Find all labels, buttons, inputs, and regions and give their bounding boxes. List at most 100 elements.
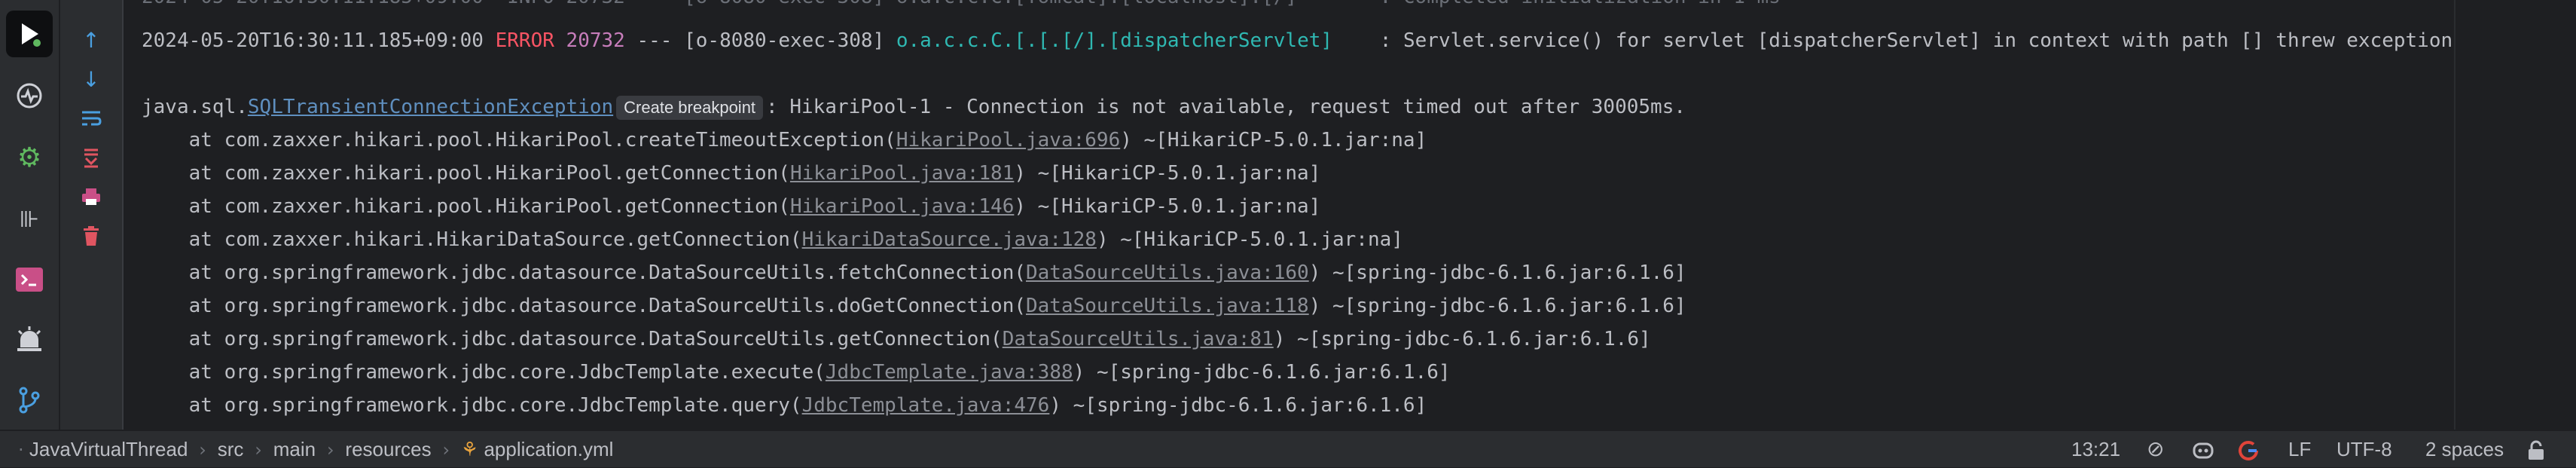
stack-frame: at com.zaxxer.hikari.HikariDataSource.ge… <box>142 223 1403 256</box>
indent-setting[interactable]: 2 spaces <box>2425 431 2504 467</box>
stack-frame: at org.springframework.jdbc.datasource.D… <box>142 256 1686 289</box>
log-thread: [o-8080-exec-308] <box>684 29 885 52</box>
soft-wrap-icon[interactable] <box>75 102 107 134</box>
terminal-icon-glyph <box>16 268 43 292</box>
lock-icon-glyph <box>2529 440 2544 460</box>
log-pid: 20732 <box>566 29 625 52</box>
breadcrumb-item-file[interactable]: application.yml <box>484 438 613 460</box>
stack-frame-jar: ) ~[spring-jdbc-6.1.6.jar:6.1.6] <box>1308 295 1686 317</box>
lock-icon[interactable] <box>2526 431 2546 467</box>
caret-position[interactable]: 13:21 <box>2071 431 2120 467</box>
stack-frame-source-link[interactable]: HikariDataSource.java:128 <box>802 228 1097 251</box>
breadcrumb: · JavaVirtualThread › src › main › resou… <box>18 431 613 467</box>
stack-frame: at com.zaxxer.hikari.pool.HikariPool.cre… <box>142 124 1427 157</box>
exception-message: : HikariPool-1 - Connection is not avail… <box>766 96 1686 118</box>
stack-frame-jar: ) ~[HikariCP-5.0.1.jar:na] <box>1120 129 1427 151</box>
left-tool-strip: ⚙ ⊪ <box>0 0 60 430</box>
console-line-partial: 2024-05-20T16:30:11.185+09:00 INFO 20732… <box>142 0 1781 14</box>
stack-frame-method: at com.zaxxer.hikari.pool.HikariPool.get… <box>142 162 790 185</box>
stack-frame-source-link[interactable]: JdbcTemplate.java:476 <box>802 394 1050 417</box>
stack-frame-jar: ) ~[spring-jdbc-6.1.6.jar:6.1.6] <box>1073 361 1451 384</box>
print-icon-glyph <box>82 188 100 205</box>
stack-frame-source-link[interactable]: JdbcTemplate.java:388 <box>826 361 1073 384</box>
stack-frame-jar: ) ~[HikariCP-5.0.1.jar:na] <box>1096 228 1403 251</box>
google-icon-glyph <box>2239 441 2258 461</box>
services-icon[interactable]: ⊪ <box>6 196 53 243</box>
stack-frame-source-link[interactable]: DataSourceUtils.java:81 <box>1003 328 1274 350</box>
trash-icon-glyph <box>84 226 99 246</box>
stack-frame-source-link[interactable]: DataSourceUtils.java:118 <box>1026 295 1309 317</box>
copilot-icon[interactable] <box>2192 431 2214 467</box>
problems-icon[interactable] <box>6 317 53 363</box>
stack-frame-source-link[interactable]: DataSourceUtils.java:160 <box>1026 262 1309 284</box>
log-logger: o.a.c.c.C.[.[.[/].[dispatcherServlet] <box>896 29 1333 52</box>
create-breakpoint-button[interactable]: Create breakpoint <box>616 96 764 120</box>
log-level: ERROR <box>495 29 554 52</box>
scroll-to-end-icon-glyph <box>84 148 98 168</box>
pulse-icon[interactable] <box>6 72 53 119</box>
run-icon[interactable] <box>6 11 53 57</box>
exception-prefix: java.sql. <box>142 96 248 118</box>
trash-icon[interactable] <box>75 220 107 252</box>
stack-frame-method: at org.springframework.jdbc.datasource.D… <box>142 262 1026 284</box>
git-icon-glyph <box>19 387 40 414</box>
console-line-error: 2024-05-20T16:30:11.185+09:00 ERROR 2073… <box>142 24 2516 57</box>
gear-icon[interactable]: ⚙ <box>6 134 53 181</box>
breadcrumb-item-resources[interactable]: resources <box>345 438 431 460</box>
stack-frame: at org.springframework.jdbc.datasource.D… <box>142 289 1686 323</box>
soft-wrap-icon-glyph <box>82 111 102 126</box>
problems-icon-glyph <box>17 326 41 351</box>
breadcrumb-item-src[interactable]: src <box>218 438 244 460</box>
stack-frame: at com.zaxxer.hikari.pool.HikariPool.get… <box>142 157 1321 190</box>
chevron-right-icon: › <box>249 439 268 460</box>
print-icon[interactable] <box>75 181 107 213</box>
stack-frame-source-link[interactable]: HikariPool.java:696 <box>896 129 1120 151</box>
stack-frame-method: at org.springframework.jdbc.core.JdbcTem… <box>142 394 802 417</box>
copilot-icon-glyph <box>2193 442 2214 459</box>
console-toolbar: ↑ ↓ <box>60 0 124 430</box>
log-message: : Servlet.service() for servlet [dispatc… <box>1379 29 2516 52</box>
breadcrumb-item-main[interactable]: main <box>273 438 316 460</box>
console-scrollbar[interactable] <box>2454 0 2516 430</box>
exception-class-link[interactable]: SQLTransientConnectionException <box>248 96 613 118</box>
stack-frame: at org.springframework.jdbc.datasource.D… <box>142 323 1651 356</box>
stack-frame-jar: ) ~[spring-jdbc-6.1.6.jar:6.1.6] <box>1049 394 1427 417</box>
arrow-up-icon[interactable]: ↑ <box>75 24 107 56</box>
stack-frame-method: at com.zaxxer.hikari.pool.HikariPool.get… <box>142 195 790 218</box>
stack-frame-jar: ) ~[HikariCP-5.0.1.jar:na] <box>1014 195 1321 218</box>
console-output[interactable]: 2024-05-20T16:30:11.185+09:00 INFO 20732… <box>124 0 2516 430</box>
stack-frame-source-link[interactable]: HikariPool.java:146 <box>790 195 1014 218</box>
stack-frame-method: at com.zaxxer.hikari.HikariDataSource.ge… <box>142 228 802 251</box>
stack-frame: at org.springframework.jdbc.core.JdbcTem… <box>142 389 1427 422</box>
breadcrumb-dot-icon: · <box>18 439 24 460</box>
arrow-down-icon[interactable]: ↓ <box>75 63 107 95</box>
inspection-off-icon[interactable]: ⊘ <box>2147 431 2164 467</box>
chevron-right-icon: › <box>193 439 212 460</box>
scroll-to-end-icon[interactable] <box>75 142 107 173</box>
file-encoding[interactable]: UTF-8 <box>2336 431 2392 467</box>
stack-frame-jar: ) ~[spring-jdbc-6.1.6.jar:6.1.6] <box>1308 262 1686 284</box>
git-icon[interactable] <box>6 377 53 424</box>
status-bar: · JavaVirtualThread › src › main › resou… <box>0 430 2576 467</box>
stack-frame-method: at org.springframework.jdbc.datasource.D… <box>142 328 1003 350</box>
stack-frame-method: at com.zaxxer.hikari.pool.HikariPool.cre… <box>142 129 896 151</box>
log-separator: --- <box>636 29 673 52</box>
breadcrumb-item-project[interactable]: JavaVirtualThread <box>29 438 188 460</box>
stack-frame-jar: ) ~[spring-jdbc-6.1.6.jar:6.1.6] <box>1273 328 1651 350</box>
stack-frame-source-link[interactable]: HikariPool.java:181 <box>790 162 1014 185</box>
pulse-icon-glyph <box>17 83 42 109</box>
yaml-file-icon: ⚘ <box>460 439 479 461</box>
stack-frame: at com.zaxxer.hikari.pool.HikariPool.get… <box>142 190 1321 223</box>
stack-frame-method: at org.springframework.jdbc.datasource.D… <box>142 295 1026 317</box>
stack-frame: at org.springframework.jdbc.core.JdbcTem… <box>142 356 1451 389</box>
stack-frame-method: at org.springframework.jdbc.core.JdbcTem… <box>142 361 826 384</box>
chevron-right-icon: › <box>321 439 340 460</box>
console-line-exception: java.sql.SQLTransientConnectionException… <box>142 90 1686 124</box>
chevron-right-icon: › <box>436 439 456 460</box>
terminal-icon[interactable] <box>6 256 53 303</box>
line-ending[interactable]: LF <box>2288 431 2311 467</box>
run-icon-glyph <box>22 23 41 47</box>
google-icon[interactable] <box>2237 431 2260 467</box>
stack-frame-jar: ) ~[HikariCP-5.0.1.jar:na] <box>1014 162 1321 185</box>
log-timestamp: 2024-05-20T16:30:11.185+09:00 <box>142 29 484 52</box>
